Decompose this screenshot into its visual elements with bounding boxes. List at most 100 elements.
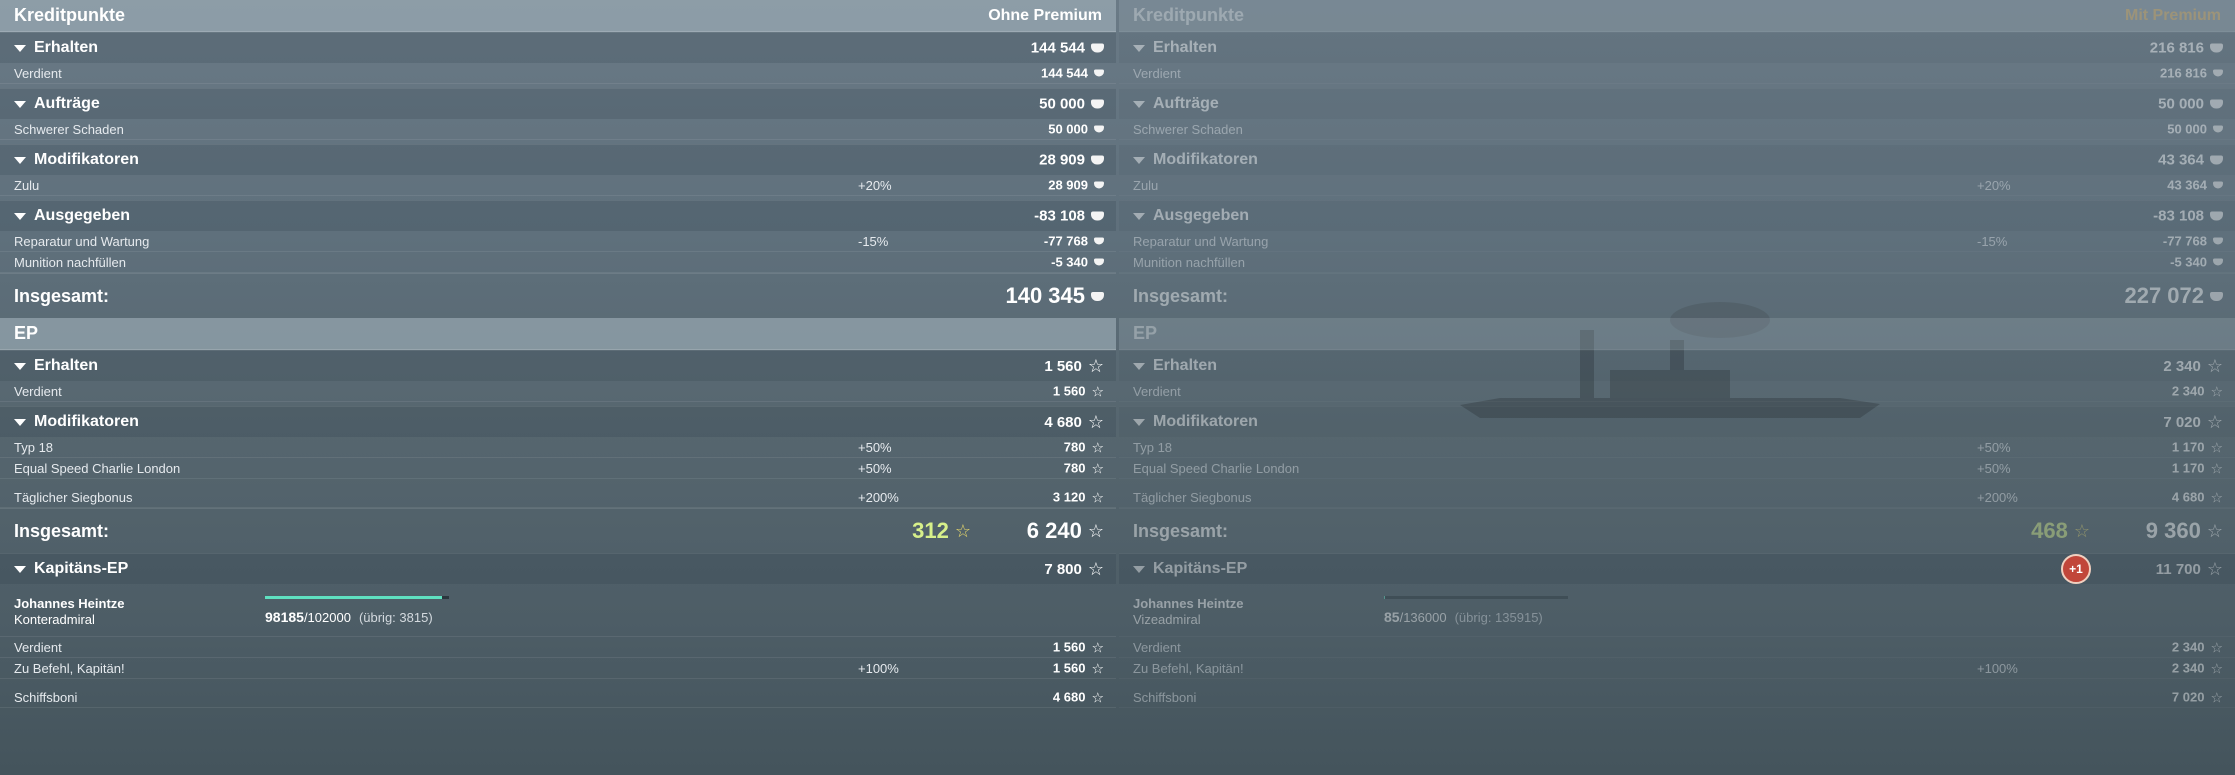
row-value: 50 000 [2167,121,2207,137]
group-label: Erhalten [1153,39,1218,56]
group-label: Modifikatoren [1153,151,1258,168]
row-label: Verdient [1133,383,1181,399]
group-label: Modifikatoren [1153,413,1258,430]
row-percent: +200% [858,489,899,505]
captain-xp-progress-bar [1384,596,1568,599]
credits-modifiers-group[interactable]: Modifikatoren 43 364 [1119,144,2235,175]
star-icon: ☆ [1087,412,1104,432]
caret-down-icon [1133,212,1145,220]
group-value: 50 000 [2158,95,2204,113]
xp-total-row: Insgesamt: 468 ☆ 9 360 ☆ [1119,508,2235,553]
credits-modifiers-group[interactable]: Modifikatoren 28 909 [0,144,1116,175]
account-type-label: Mit Premium [2124,6,2221,24]
row-label: Verdient [1133,639,1181,655]
account-type-label: Ohne Premium [988,6,1102,24]
row-value: 2 340 [2171,660,2205,676]
caret-down-icon [14,100,26,108]
row-value: 780 [1063,460,1086,476]
list-item: Zu Befehl, Kapitän! +100% 1 560 ☆ [0,658,1116,679]
list-item: Munition nachfüllen -5 340 [0,252,1116,273]
row-label: Zulu [1133,177,1159,193]
caret-down-icon [14,212,26,220]
star-icon: ☆ [2210,439,2223,455]
credit-icon [2213,258,2223,266]
xp-header: EP [1119,318,2235,350]
credit-icon [1094,181,1104,189]
credits-earned-group[interactable]: Erhalten 144 544 [0,32,1116,63]
row-percent: +100% [1977,660,2018,676]
credit-icon [1094,125,1104,133]
row-percent: -15% [1977,233,2008,249]
star-icon: ☆ [2210,460,2223,476]
list-item: Verdient 2 340 ☆ [1119,381,2235,402]
row-value: 28 909 [1048,177,1088,193]
row-percent: +50% [858,460,892,476]
row-label: Zu Befehl, Kapitän! [1133,660,1244,676]
captain-progress-text: 85/136000 (übrig: 135915) [1384,609,1543,625]
total-label: Insgesamt: [1133,520,1229,541]
caret-down-icon [14,44,26,52]
list-item: Verdient 1 560 ☆ [0,637,1116,658]
star-icon: ☆ [1091,439,1104,455]
group-label: Erhalten [34,357,99,374]
credits-header: Kreditpunkte Mit Premium [1119,0,2235,32]
row-label: Equal Speed Charlie London [14,460,181,476]
group-label: Modifikatoren [34,413,139,430]
group-value: 50 000 [1039,95,1085,113]
caret-down-icon [14,418,26,426]
credits-missions-group[interactable]: Aufträge 50 000 [0,88,1116,119]
captain-info: Johannes Heintze Konteradmiral 98185/102… [0,584,1116,637]
credits-missions-group[interactable]: Aufträge 50 000 [1119,88,2235,119]
credits-spent-group[interactable]: Ausgegeben -83 108 [1119,200,2235,231]
row-value: -77 768 [2162,233,2207,249]
row-label: Typ 18 [1133,439,1173,455]
credit-icon [1091,155,1104,165]
group-label: Aufträge [1153,95,1219,112]
list-item: Typ 18 +50% 780 ☆ [0,437,1116,458]
credits-total-row: Insgesamt: 227 072 [1119,273,2235,318]
credit-icon [1091,291,1104,301]
star-icon: ☆ [1091,660,1104,676]
row-value: 4 680 [2171,489,2205,505]
group-label: Erhalten [34,39,99,56]
star-icon: ☆ [2206,412,2223,432]
credit-icon [1091,211,1104,221]
xp-modifiers-group[interactable]: Modifikatoren 7 020 ☆ [1119,406,2235,437]
row-value: -5 340 [1051,254,1088,270]
credits-earned-group[interactable]: Erhalten 216 816 [1119,32,2235,63]
row-value: 3 120 [1052,489,1086,505]
credits-spent-group[interactable]: Ausgegeben -83 108 [0,200,1116,231]
progress-fill [265,596,443,599]
list-item: Typ 18 +50% 1 170 ☆ [1119,437,2235,458]
xp-earned-group[interactable]: Erhalten 2 340 ☆ [1119,350,2235,381]
star-icon: ☆ [1087,559,1104,579]
row-label: Verdient [14,639,62,655]
credit-icon [2213,237,2223,245]
row-label: Equal Speed Charlie London [1133,460,1300,476]
credit-icon [2213,181,2223,189]
total-value: 140 345 [1005,283,1085,308]
row-percent: +20% [858,177,892,193]
captain-xp-group[interactable]: Kapitäns-EP 7 800 ☆ [0,553,1116,584]
xp-total-row: Insgesamt: 312 ☆ 6 240 ☆ [0,508,1116,553]
row-label: Munition nachfüllen [1133,254,1246,270]
row-label: Typ 18 [14,439,54,455]
row-value: -77 768 [1043,233,1088,249]
xp-modifiers-group[interactable]: Modifikatoren 4 680 ☆ [0,406,1116,437]
progress-current: 85 [1384,609,1400,625]
row-label: Schiffsboni [1133,689,1197,705]
progress-max: /102000 [303,610,351,625]
group-value: 216 816 [2149,39,2204,57]
row-percent: +50% [858,439,892,455]
group-label: Modifikatoren [34,151,139,168]
xp-earned-group[interactable]: Erhalten 1 560 ☆ [0,350,1116,381]
row-label: Munition nachfüllen [14,254,127,270]
star-icon: ☆ [1091,689,1104,705]
credit-icon [2213,69,2223,77]
list-item: Schwerer Schaden 50 000 [1119,119,2235,140]
caret-down-icon [1133,156,1145,164]
group-value: 2 340 [2163,357,2201,375]
captain-xp-group[interactable]: Kapitäns-EP +1 11 700 ☆ [1119,553,2235,584]
row-label: Schwerer Schaden [1133,121,1243,137]
row-value: 216 816 [2160,65,2207,81]
